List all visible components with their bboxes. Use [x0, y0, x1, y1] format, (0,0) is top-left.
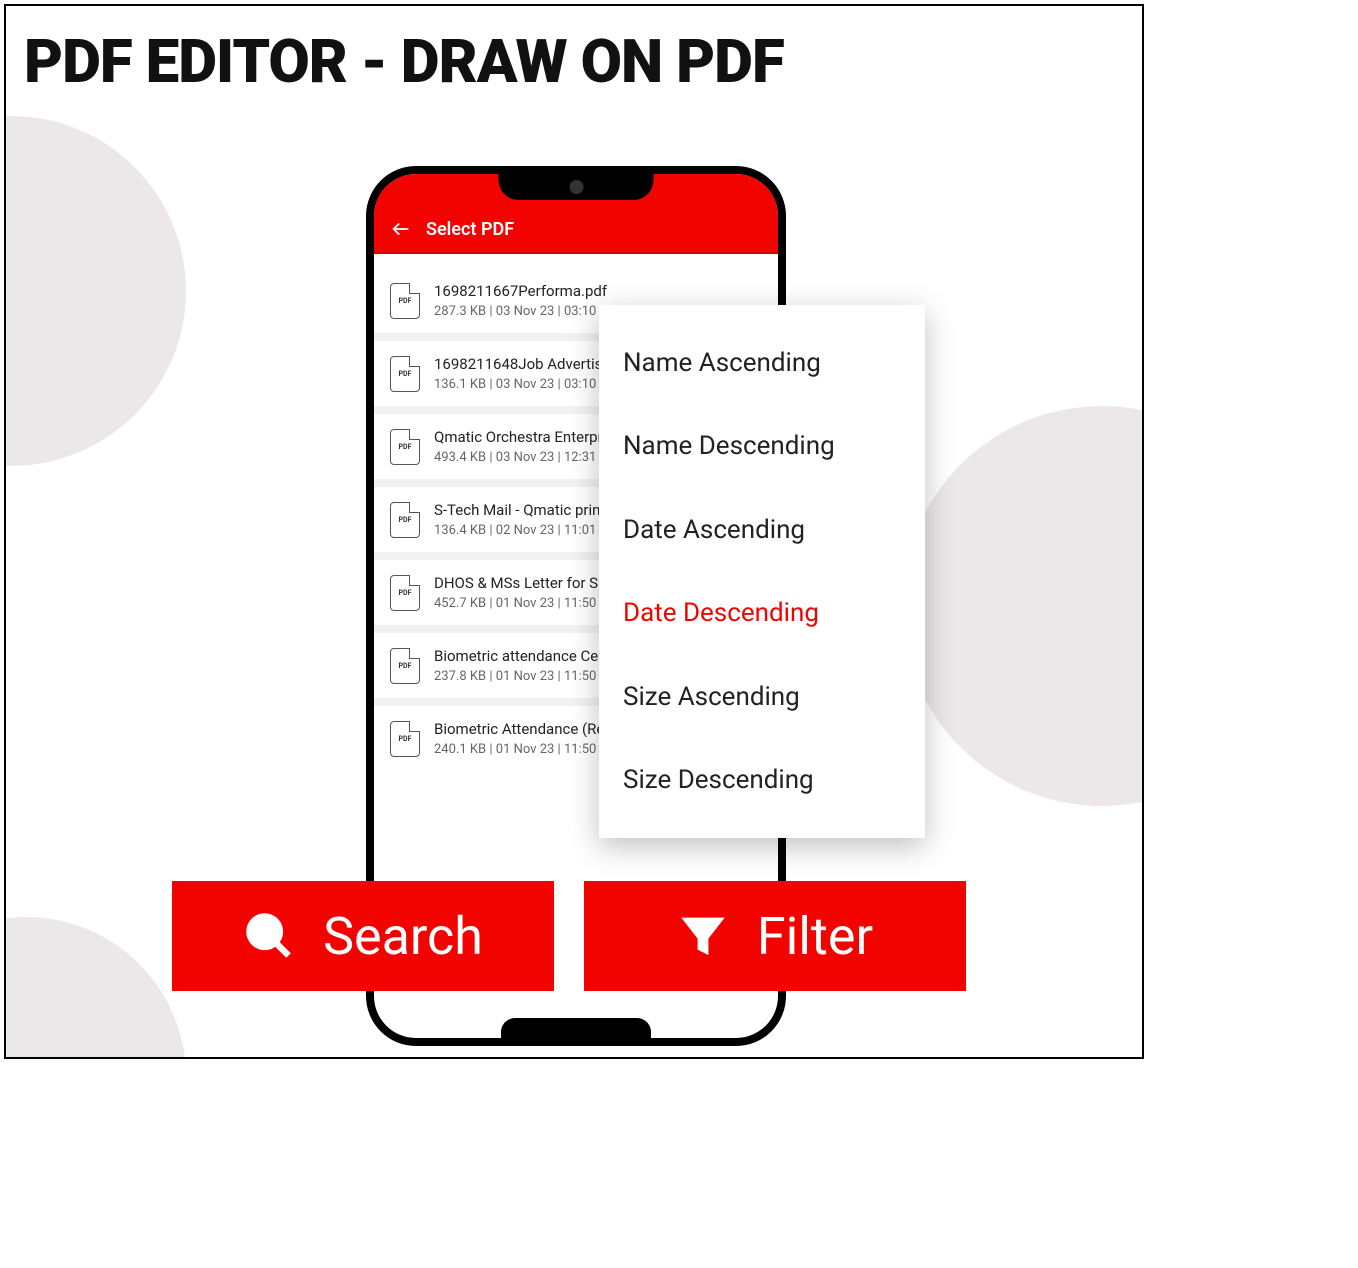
file-texts: 1698211667Performa.pdf 287.3 KB | 03 Nov … [434, 282, 618, 319]
promo-canvas: PDF EDITOR - DRAW ON PDF Select PDF PDF 1… [4, 4, 1144, 1059]
file-meta: 493.4 KB | 03 Nov 23 | 12:31 [434, 450, 606, 465]
file-name: Biometric Attendance (Re [434, 720, 617, 738]
pdf-icon-label: PDF [399, 443, 412, 451]
pdf-icon-label: PDF [399, 370, 412, 378]
file-texts: 1698211648Job Advertise 136.1 KB | 03 Nov… [434, 355, 610, 392]
page-title: PDF EDITOR - DRAW ON PDF [24, 26, 784, 97]
sort-option[interactable]: Date Descending [599, 586, 925, 640]
pdf-icon-label: PDF [399, 589, 412, 597]
filter-button[interactable]: Filter [584, 881, 966, 991]
file-texts: Qmatic Orchestra Enterpri 493.4 KB | 03 N… [434, 428, 606, 465]
file-meta: 136.4 KB | 02 Nov 23 | 11:01 [434, 523, 605, 538]
pdf-icon-label: PDF [399, 297, 412, 305]
pdf-file-icon: PDF [390, 648, 420, 684]
file-name: 1698211667Performa.pdf [434, 282, 618, 300]
search-button[interactable]: Search [172, 881, 554, 991]
pdf-icon-label: PDF [399, 662, 412, 670]
file-name: Biometric attendance Cen [434, 647, 607, 665]
sort-option[interactable]: Name Ascending [599, 336, 925, 390]
filter-icon [677, 910, 729, 962]
file-name: S-Tech Mail - Qmatic print [434, 501, 605, 519]
phone-camera [569, 180, 583, 194]
file-texts: S-Tech Mail - Qmatic print 136.4 KB | 02 … [434, 501, 605, 538]
filter-button-label: Filter [757, 906, 873, 967]
file-meta: 240.1 KB | 01 Nov 23 | 11:50 p... [434, 742, 617, 757]
file-meta: 237.8 KB | 01 Nov 23 | 11:50 [434, 669, 607, 684]
decorative-circle [4, 116, 186, 466]
pdf-file-icon: PDF [390, 429, 420, 465]
file-texts: Biometric Attendance (Re 240.1 KB | 01 No… [434, 720, 617, 757]
file-texts: DHOS & MSs Letter for Su 452.7 KB | 01 No… [434, 574, 606, 611]
sort-option[interactable]: Date Ascending [599, 503, 925, 557]
back-arrow-icon[interactable] [390, 218, 412, 240]
decorative-circle [4, 917, 186, 1059]
file-texts: Biometric attendance Cen 237.8 KB | 01 No… [434, 647, 607, 684]
phone-home-bar [501, 1018, 651, 1038]
file-name: Qmatic Orchestra Enterpri [434, 428, 606, 446]
file-meta: 452.7 KB | 01 Nov 23 | 11:50 [434, 596, 606, 611]
sort-option[interactable]: Size Ascending [599, 670, 925, 724]
sort-option[interactable]: Size Descending [599, 753, 925, 807]
pdf-file-icon: PDF [390, 283, 420, 319]
pdf-file-icon: PDF [390, 721, 420, 757]
pdf-file-icon: PDF [390, 575, 420, 611]
file-name: DHOS & MSs Letter for Su [434, 574, 606, 592]
search-icon [243, 910, 295, 962]
pdf-icon-label: PDF [399, 516, 412, 524]
decorative-circle [902, 406, 1144, 806]
pdf-icon-label: PDF [399, 735, 412, 743]
app-header-title: Select PDF [426, 219, 514, 240]
pdf-file-icon: PDF [390, 502, 420, 538]
file-name: 1698211648Job Advertise [434, 355, 610, 373]
file-meta: 287.3 KB | 03 Nov 23 | 03:10 pm [434, 304, 618, 319]
phone-notch [499, 174, 654, 200]
pdf-file-icon: PDF [390, 356, 420, 392]
search-button-label: Search [323, 906, 483, 967]
file-meta: 136.1 KB | 03 Nov 23 | 03:10 [434, 377, 610, 392]
sort-option[interactable]: Name Descending [599, 419, 925, 473]
sort-menu[interactable]: Name Ascending Name Descending Date Ascend… [599, 305, 925, 838]
